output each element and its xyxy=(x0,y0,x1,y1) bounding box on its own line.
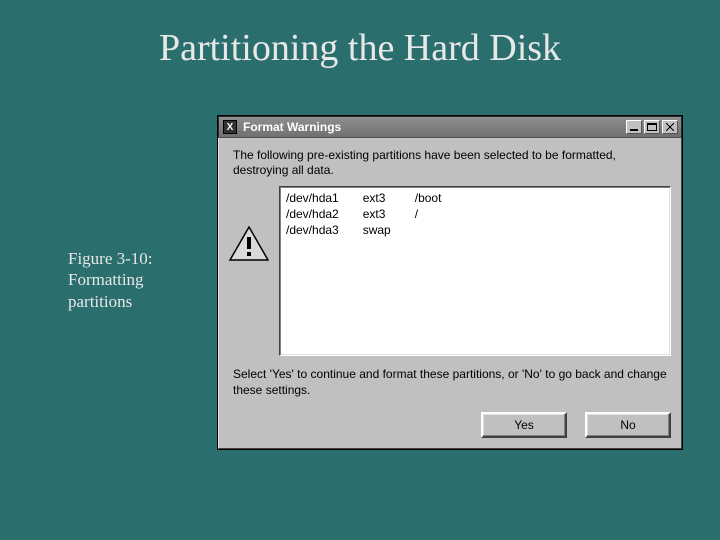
slide-title: Partitioning the Hard Disk xyxy=(0,26,720,70)
cell-device: /dev/hda3 xyxy=(284,222,361,238)
partition-table: /dev/hda1 ext3 /boot /dev/hda2 ext3 / /d… xyxy=(284,190,463,239)
format-warnings-dialog: X Format Warnings The following pre-exis… xyxy=(218,116,682,449)
cell-device: /dev/hda2 xyxy=(284,206,361,222)
caption-line: Figure 3-10: xyxy=(68,249,153,268)
cell-mount: / xyxy=(413,206,464,222)
figure-caption: Figure 3-10: Formatting partitions xyxy=(68,248,198,312)
cell-mount: /boot xyxy=(413,190,464,206)
dialog-button-row: Yes No xyxy=(229,412,671,438)
dialog-main-row: /dev/hda1 ext3 /boot /dev/hda2 ext3 / /d… xyxy=(229,186,671,356)
cell-fs: ext3 xyxy=(361,190,413,206)
table-row: /dev/hda1 ext3 /boot xyxy=(284,190,463,206)
minimize-button[interactable] xyxy=(626,120,642,134)
table-row: /dev/hda3 swap xyxy=(284,222,463,238)
title-controls xyxy=(626,120,678,134)
warning-icon xyxy=(229,226,269,262)
close-button[interactable] xyxy=(662,120,678,134)
slide: Partitioning the Hard Disk Figure 3-10: … xyxy=(0,0,720,540)
warning-message-bottom: Select 'Yes' to continue and format thes… xyxy=(233,366,667,398)
cell-mount xyxy=(413,222,464,238)
dialog-title: Format Warnings xyxy=(243,120,341,134)
maximize-button[interactable] xyxy=(644,120,660,134)
dialog-body: The following pre-existing partitions ha… xyxy=(218,138,682,449)
cell-fs: swap xyxy=(361,222,413,238)
titlebar[interactable]: X Format Warnings xyxy=(218,116,682,138)
cell-device: /dev/hda1 xyxy=(284,190,361,206)
partition-list[interactable]: /dev/hda1 ext3 /boot /dev/hda2 ext3 / /d… xyxy=(279,186,671,356)
app-icon: X xyxy=(223,120,237,134)
yes-button[interactable]: Yes xyxy=(481,412,567,438)
cell-fs: ext3 xyxy=(361,206,413,222)
warning-message-top: The following pre-existing partitions ha… xyxy=(233,148,667,178)
caption-line: Formatting xyxy=(68,270,144,289)
caption-line: partitions xyxy=(68,292,132,311)
table-row: /dev/hda2 ext3 / xyxy=(284,206,463,222)
no-button[interactable]: No xyxy=(585,412,671,438)
